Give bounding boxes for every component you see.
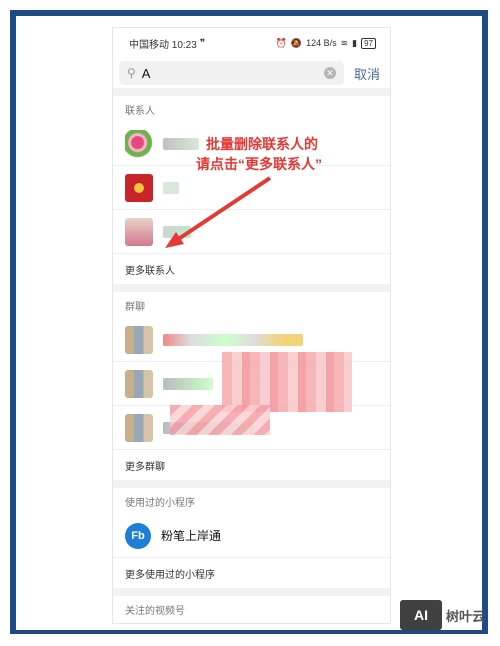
miniprogram-row[interactable]: Fb 粉笔上岸通	[113, 514, 390, 558]
annotation-line-1: 批量删除联系人的	[206, 136, 318, 152]
miniprogram-name: 粉笔上岸通	[161, 529, 222, 543]
mute-icon: 🔕	[290, 37, 303, 48]
separator	[113, 284, 390, 292]
status-bar: 中国移动 10:23 ❞ ⏰ 🔕 124 B/s ≋ ▮ 97	[113, 28, 390, 58]
watermark-logo: AI	[400, 600, 442, 630]
fenbi-app-icon: Fb	[125, 522, 151, 549]
blurred-name	[163, 225, 191, 238]
net-speed: 124 B/s	[306, 38, 337, 48]
contact-row[interactable]	[113, 210, 390, 254]
miniprograms-section-title: 使用过的小程序	[125, 497, 195, 509]
wifi-icon: ≋	[340, 37, 349, 48]
blurred-name	[163, 333, 303, 346]
redaction-overlay	[222, 352, 352, 412]
groups-section-title: 群聊	[125, 301, 145, 313]
watermark: AI 树叶云	[400, 600, 485, 630]
watermark-text: 树叶云	[446, 608, 486, 624]
more-contacts-link[interactable]: 更多联系人	[113, 254, 390, 284]
search-icon: ⚲	[127, 66, 136, 80]
avatar	[125, 129, 153, 158]
blurred-name	[163, 137, 199, 150]
clear-icon[interactable]: ✕	[323, 67, 336, 79]
annotation-line-2: 请点击“更多联系人”	[196, 156, 322, 172]
phone-screen: 中国移动 10:23 ❞ ⏰ 🔕 124 B/s ≋ ▮ 97 ⚲ ✕ 取消 联…	[113, 28, 390, 623]
separator	[113, 88, 390, 96]
chat-bubble-icon: ❞	[199, 37, 206, 49]
redaction-overlay-tail	[170, 405, 270, 435]
group-avatar	[125, 369, 153, 398]
more-groups-link[interactable]: 更多群聊	[113, 450, 390, 480]
group-avatar	[125, 413, 153, 442]
blurred-name	[163, 377, 213, 390]
blurred-name	[163, 181, 179, 194]
battery-icon: 97	[361, 37, 376, 49]
cancel-button[interactable]: 取消	[350, 64, 384, 83]
alarm-icon: ⏰	[275, 37, 287, 48]
group-avatar	[125, 325, 153, 354]
contacts-section-title: 联系人	[125, 105, 155, 117]
search-input[interactable]	[141, 65, 318, 81]
search-box[interactable]: ⚲ ✕	[119, 61, 344, 85]
avatar	[125, 217, 153, 246]
channels-section-title: 关注的视频号	[125, 605, 185, 617]
separator	[113, 480, 390, 488]
annotation-text: 批量删除联系人的 请点击“更多联系人”	[196, 134, 396, 174]
avatar	[125, 173, 153, 202]
separator	[113, 588, 390, 596]
more-miniprograms-link[interactable]: 更多使用过的小程序	[113, 558, 390, 588]
carrier-time: 中国移动 10:23	[129, 39, 197, 51]
signal-icon: ▮	[352, 37, 358, 48]
search-row: ⚲ ✕ 取消	[113, 58, 390, 88]
